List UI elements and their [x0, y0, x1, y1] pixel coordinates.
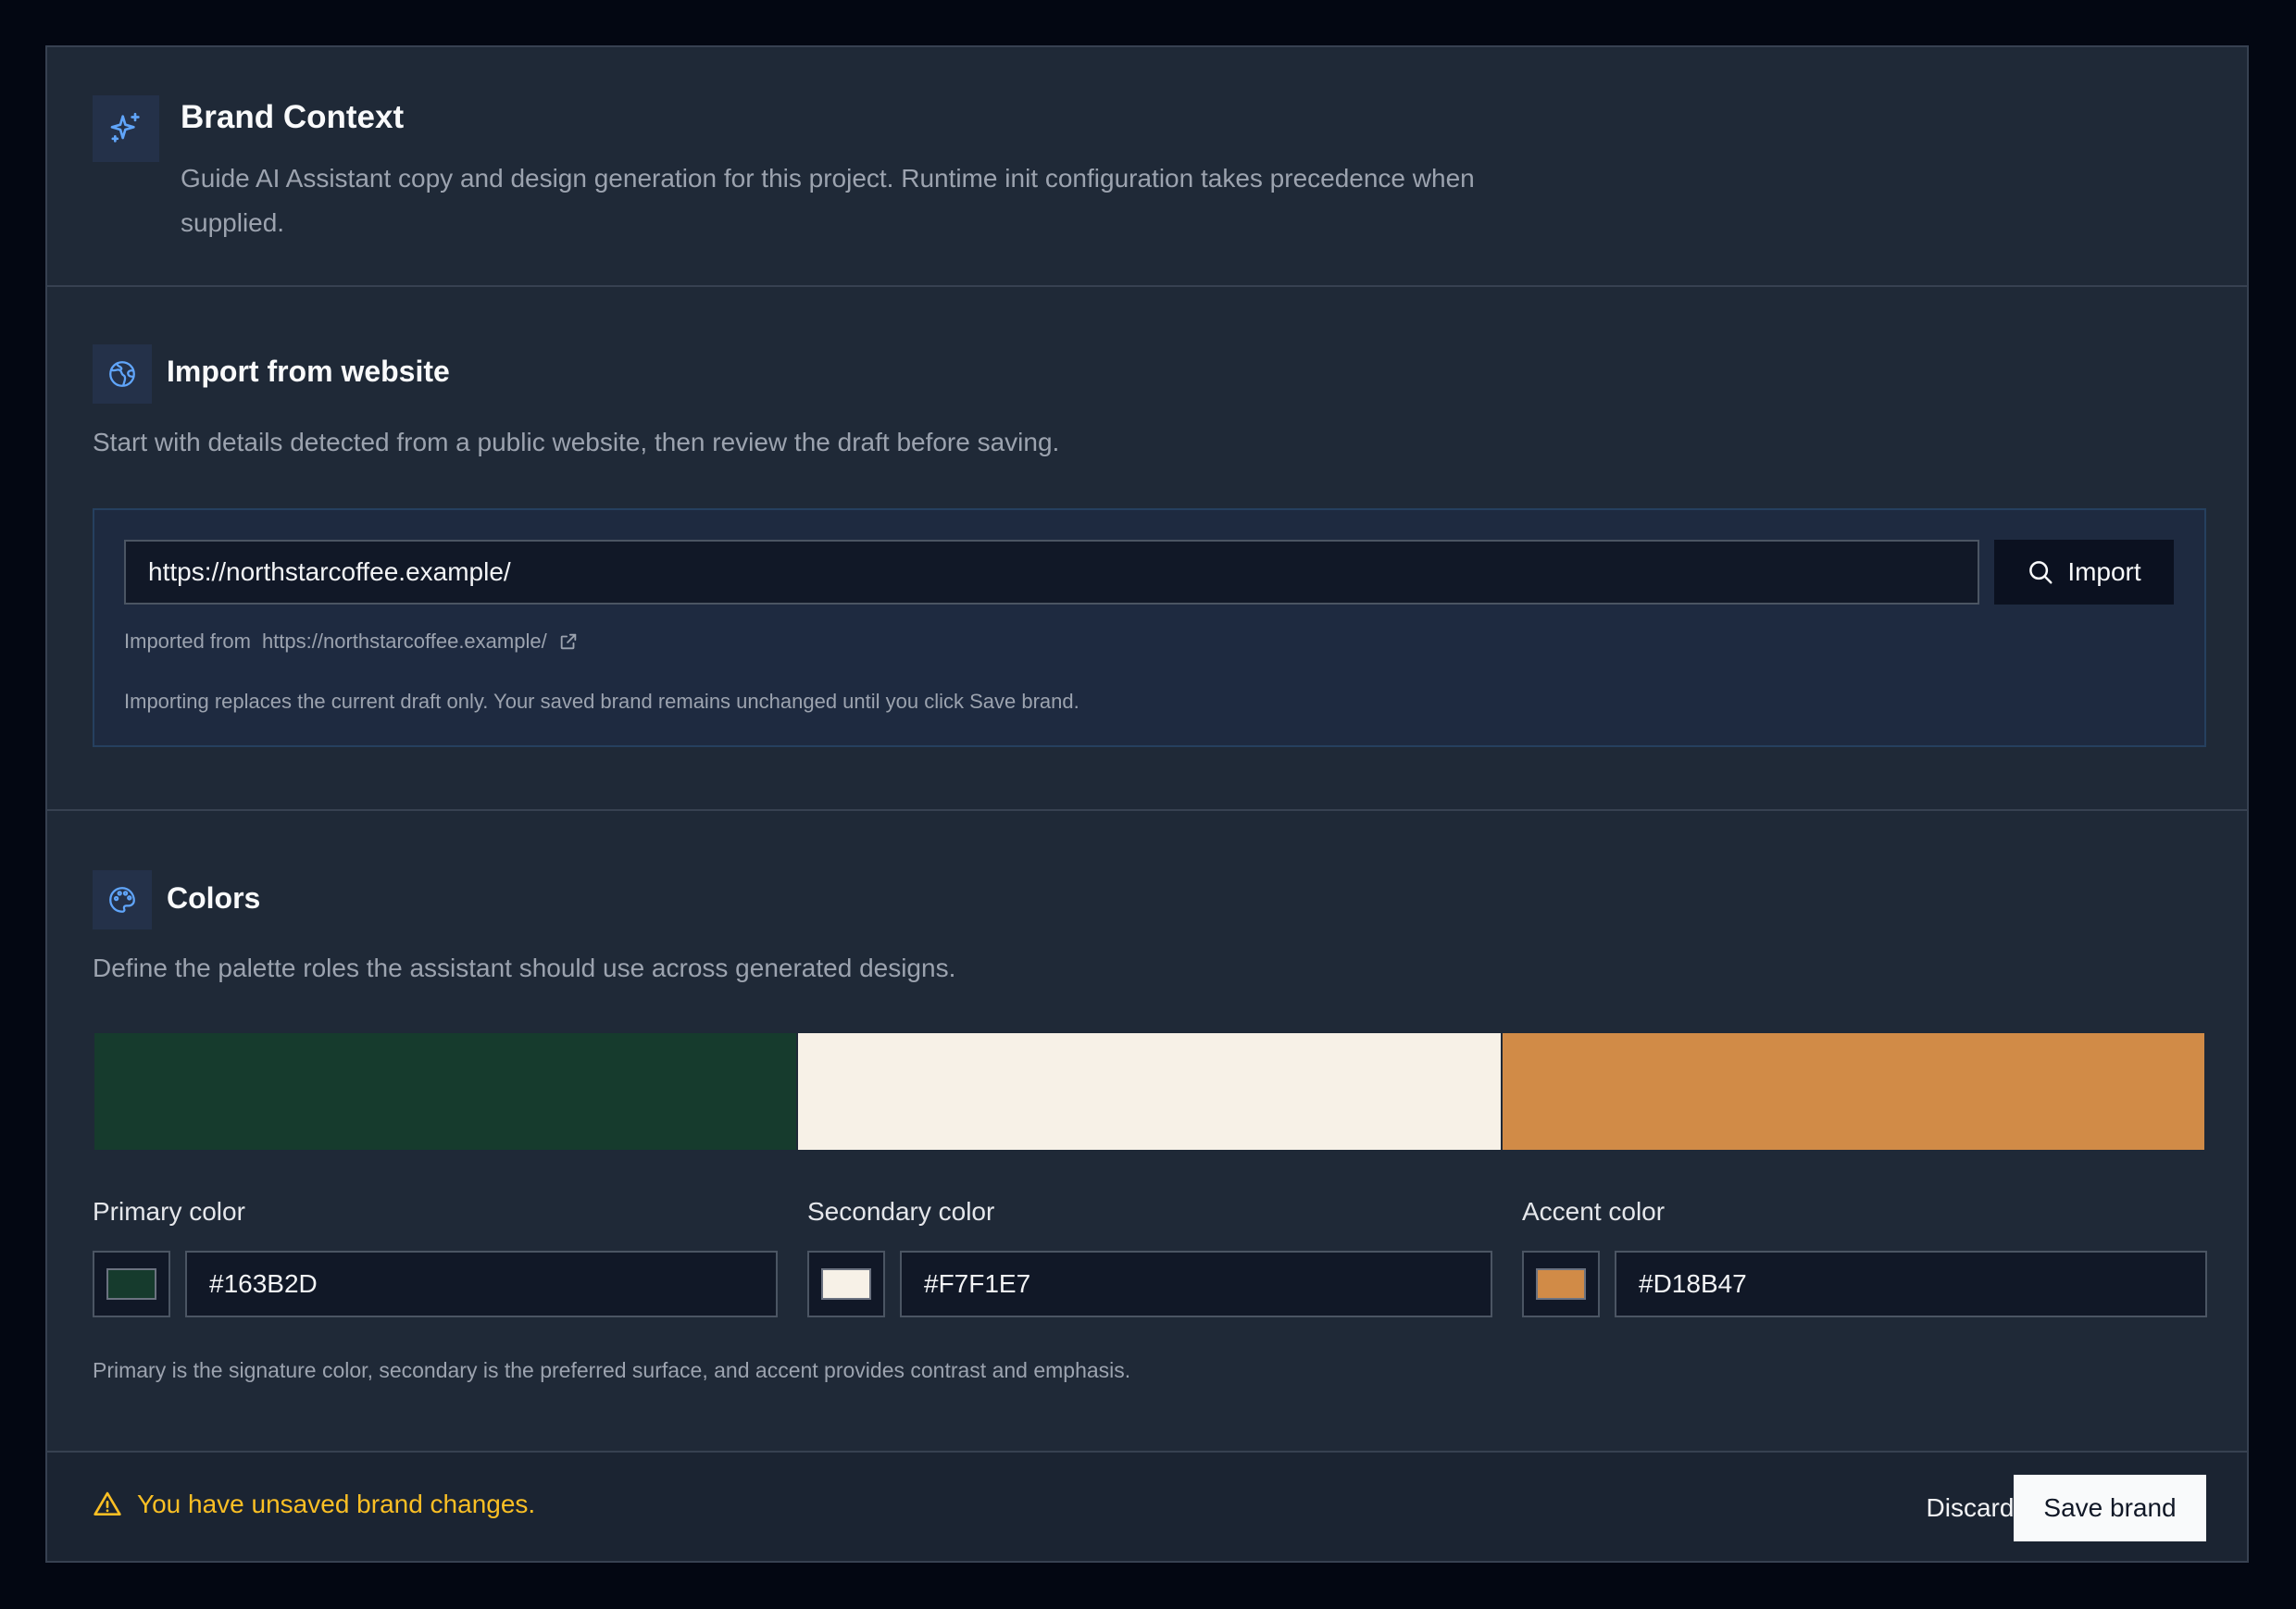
external-link-icon[interactable] — [558, 631, 579, 652]
accent-color-picker[interactable] — [1522, 1251, 1600, 1317]
import-icon-box — [93, 344, 152, 404]
palette-accent — [1500, 1033, 2204, 1150]
imported-from-label: Imported from — [124, 630, 251, 653]
palette-primary — [94, 1033, 797, 1150]
website-url-input[interactable] — [124, 540, 1979, 605]
warning-icon — [94, 1491, 121, 1515]
import-button-label: Import — [2067, 557, 2141, 586]
primary-color-swatch — [106, 1268, 156, 1300]
primary-color-label: Primary color — [93, 1197, 245, 1226]
unsaved-warning-text: You have unsaved brand changes. — [137, 1490, 536, 1518]
accent-color-label: Accent color — [1522, 1197, 1666, 1226]
sparkles-icon — [110, 112, 140, 143]
imported-from-link[interactable]: https://northstarcoffee.example/ — [262, 630, 547, 654]
header-icon-box — [93, 95, 159, 162]
colors-icon-box — [93, 870, 152, 929]
primary-color-input[interactable] — [185, 1251, 778, 1317]
secondary-color-label: Secondary color — [807, 1197, 995, 1226]
page-title: Brand Context — [181, 99, 405, 135]
colors-note: Primary is the signature color, secondar… — [93, 1358, 1131, 1382]
import-button[interactable]: Import — [1994, 540, 2174, 605]
import-note: Importing replaces the current draft onl… — [124, 690, 1079, 713]
palette-icon — [109, 887, 135, 913]
accent-color-input[interactable] — [1615, 1251, 2207, 1317]
accent-color-swatch — [1536, 1268, 1586, 1300]
header-section: Brand Context Guide AI Assistant copy an… — [47, 47, 2247, 285]
page-description: Guide AI Assistant copy and design gener… — [181, 164, 1475, 237]
secondary-color-swatch — [821, 1268, 871, 1300]
secondary-color-picker[interactable] — [807, 1251, 885, 1317]
imported-from: Imported from https://northstarcoffee.ex… — [124, 630, 579, 654]
footer-bar: You have unsaved brand changes. Discard … — [47, 1453, 2247, 1561]
unsaved-warning: You have unsaved brand changes. — [93, 1490, 535, 1519]
import-card: Import Imported from https://northstarco… — [93, 508, 2206, 747]
primary-color-picker[interactable] — [93, 1251, 170, 1317]
colors-title: Colors — [167, 881, 261, 915]
globe-icon — [109, 361, 135, 387]
brand-context-panel: Brand Context Guide AI Assistant copy an… — [45, 45, 2249, 1563]
palette-preview — [93, 1031, 2206, 1152]
search-icon — [2029, 561, 2053, 584]
secondary-color-input[interactable] — [900, 1251, 1492, 1317]
import-title: Import from website — [167, 355, 450, 388]
colors-description: Define the palette roles the assistant s… — [93, 954, 956, 982]
colors-section: Colors Define the palette roles the assi… — [47, 811, 2247, 1497]
import-description: Start with details detected from a publi… — [93, 428, 1060, 456]
palette-secondary — [796, 1033, 1501, 1150]
save-brand-button[interactable]: Save brand — [2014, 1475, 2206, 1541]
